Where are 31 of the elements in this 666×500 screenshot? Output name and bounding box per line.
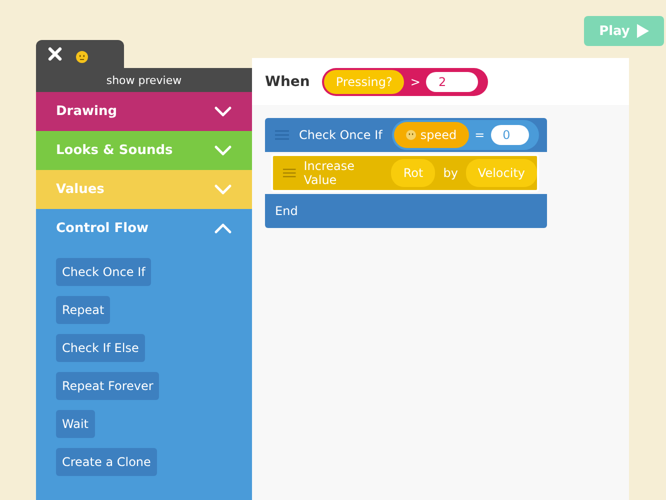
palette-block[interactable]: Check If Else (56, 334, 145, 362)
drag-handle-icon[interactable] (275, 130, 289, 140)
palette-block[interactable]: Repeat (56, 296, 110, 324)
chevron-down-icon (214, 106, 232, 117)
check-block[interactable]: Check Once If speed = 0 (265, 118, 547, 152)
chevron-up-icon (214, 223, 232, 234)
block-label: by (443, 166, 458, 180)
palette-block[interactable]: Create a Clone (56, 448, 157, 476)
chevron-down-icon (214, 184, 232, 195)
value-field[interactable]: 0 (490, 125, 529, 145)
value-field[interactable]: 2 (426, 72, 478, 92)
close-icon[interactable] (48, 47, 62, 61)
palette-block[interactable]: Repeat Forever (56, 372, 160, 400)
play-icon (636, 24, 649, 38)
operator-label: > (410, 74, 420, 88)
show-preview-button[interactable]: show preview (36, 68, 252, 92)
trigger-label: When (265, 74, 310, 90)
operator-label: = (474, 128, 485, 142)
condition-block[interactable]: speed = 0 (392, 120, 539, 150)
category-header[interactable]: Control Flow (36, 209, 252, 248)
chevron-down-icon (214, 145, 232, 156)
condition-block[interactable]: Pressing? > 2 (322, 68, 488, 96)
block-label: Check Once If (299, 128, 382, 142)
block-label: Increase Value (304, 159, 356, 187)
palette-block[interactable]: Check Once If (56, 258, 152, 286)
end-block[interactable]: End (265, 194, 547, 228)
emoji-icon (76, 51, 88, 63)
emoji-icon (406, 130, 416, 140)
palette-block[interactable]: Wait (56, 410, 94, 438)
category-header[interactable]: Drawing (36, 92, 252, 131)
drag-handle-icon[interactable] (283, 168, 296, 178)
